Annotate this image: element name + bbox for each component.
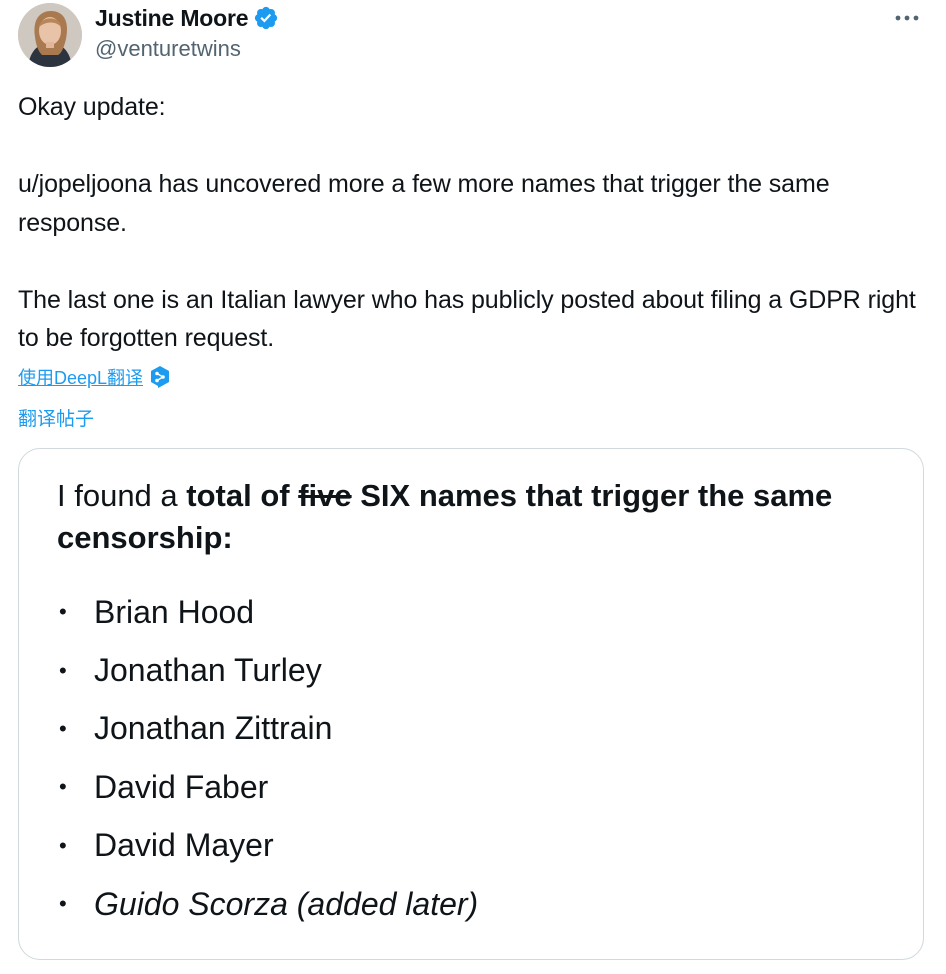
- names-list: • Brian Hood • Jonathan Turley • Jonatha…: [57, 583, 478, 933]
- bullet: •: [59, 715, 67, 741]
- list-item-label: David Faber: [94, 768, 269, 805]
- user-avatar-photo-icon: [18, 3, 82, 67]
- list-item: • David Mayer: [57, 817, 478, 875]
- avatar[interactable]: [18, 3, 82, 67]
- bullet: •: [59, 657, 67, 683]
- tweet-paragraph: u/jopeljoona has uncovered more a few mo…: [18, 170, 830, 237]
- verified-badge-icon[interactable]: [253, 5, 279, 31]
- translate-post-link[interactable]: 翻译帖子: [18, 404, 94, 431]
- tweet-text: Okay update: u/jopeljoona has uncovered …: [18, 88, 918, 358]
- bullet: •: [59, 891, 67, 917]
- translate-with-deepl-link[interactable]: 使用DeepL翻译: [18, 364, 171, 390]
- translate-with-deepl-label: 使用DeepL翻译: [18, 368, 144, 388]
- list-item-label: Guido Scorza (added later): [94, 885, 479, 922]
- list-item-label: Jonathan Turley: [94, 652, 322, 689]
- list-item: • Brian Hood: [57, 583, 478, 641]
- list-item: • Guido Scorza (added later): [57, 875, 478, 933]
- more-options-button[interactable]: [890, 6, 924, 30]
- card-heading-prefix: I found a: [57, 478, 187, 513]
- more-horizontal-icon: [895, 15, 919, 21]
- list-item: • Jonathan Turley: [57, 641, 478, 699]
- list-item-label: Brian Hood: [94, 593, 255, 630]
- bullet: •: [59, 774, 67, 800]
- author-block: Justine Moore @venturetwins: [95, 4, 279, 62]
- tweet-paragraph: The last one is an Italian lawyer who ha…: [18, 285, 916, 353]
- card-heading-strikethrough: five: [298, 478, 352, 513]
- bullet: •: [59, 599, 67, 625]
- list-item-label: Jonathan Zittrain: [94, 710, 333, 747]
- display-name[interactable]: Justine Moore: [95, 5, 249, 32]
- attached-image-card[interactable]: I found a total of five SIX names that t…: [18, 448, 924, 960]
- bullet: •: [59, 832, 67, 858]
- tweet-paragraph: Okay update:: [18, 93, 166, 121]
- card-heading-bold-1: total of: [186, 478, 299, 513]
- list-item-label: David Mayer: [94, 827, 274, 864]
- list-item: • David Faber: [57, 758, 478, 816]
- list-item: • Jonathan Zittrain: [57, 700, 478, 758]
- tweet: Justine Moore @venturetwins Okay update:…: [0, 0, 946, 974]
- deepl-icon: [149, 365, 171, 389]
- card-heading: I found a total of five SIX names that t…: [57, 475, 897, 559]
- handle[interactable]: @venturetwins: [95, 36, 279, 62]
